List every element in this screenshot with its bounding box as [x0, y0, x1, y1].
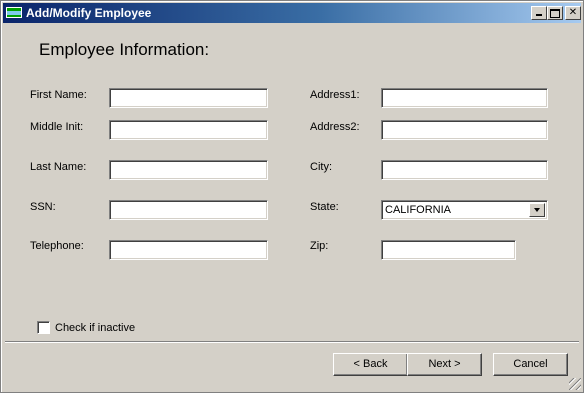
ssn-field[interactable] — [109, 200, 268, 220]
state-selected-value: CALIFORNIA — [385, 204, 452, 216]
title-bar[interactable]: Add/Modify Employee ✕ — [3, 3, 581, 23]
back-button[interactable]: < Back — [333, 353, 408, 376]
state-select[interactable]: CALIFORNIA — [381, 200, 548, 220]
minimize-icon — [536, 14, 542, 16]
zip-field[interactable] — [381, 240, 516, 260]
add-modify-employee-window: Add/Modify Employee ✕ Employee Informati… — [0, 0, 584, 393]
ssn-label: SSN: — [30, 201, 56, 213]
last-name-field[interactable] — [109, 160, 268, 180]
next-button[interactable]: Next > — [407, 353, 482, 376]
close-button[interactable]: ✕ — [565, 6, 581, 20]
resize-grip-icon[interactable] — [569, 378, 581, 390]
state-label: State: — [310, 201, 339, 213]
minimize-button[interactable] — [531, 6, 547, 20]
telephone-field[interactable] — [109, 240, 268, 260]
cancel-button[interactable]: Cancel — [493, 353, 568, 376]
maximize-button[interactable] — [547, 6, 563, 20]
address2-label: Address2: — [310, 121, 360, 133]
address1-label: Address1: — [310, 89, 360, 101]
zip-label: Zip: — [310, 240, 329, 252]
first-name-label: First Name: — [30, 89, 87, 101]
middle-init-label: Middle Init: — [30, 121, 84, 133]
address1-field[interactable] — [381, 88, 548, 108]
city-field[interactable] — [381, 160, 548, 180]
address2-field[interactable] — [381, 120, 548, 140]
inactive-checkbox-label[interactable]: Check if inactive — [55, 322, 135, 334]
maximize-icon — [550, 9, 560, 18]
footer-separator — [5, 341, 579, 343]
first-name-field[interactable] — [109, 88, 268, 108]
app-icon — [6, 7, 22, 18]
inactive-checkbox[interactable] — [37, 321, 50, 334]
telephone-label: Telephone: — [30, 240, 84, 252]
middle-init-field[interactable] — [109, 120, 268, 140]
close-icon: ✕ — [568, 7, 578, 18]
last-name-label: Last Name: — [30, 161, 87, 173]
city-label: City: — [310, 161, 332, 173]
chevron-down-icon[interactable] — [529, 203, 545, 217]
page-title: Employee Information: — [39, 40, 210, 59]
window-title: Add/Modify Employee — [26, 6, 152, 20]
